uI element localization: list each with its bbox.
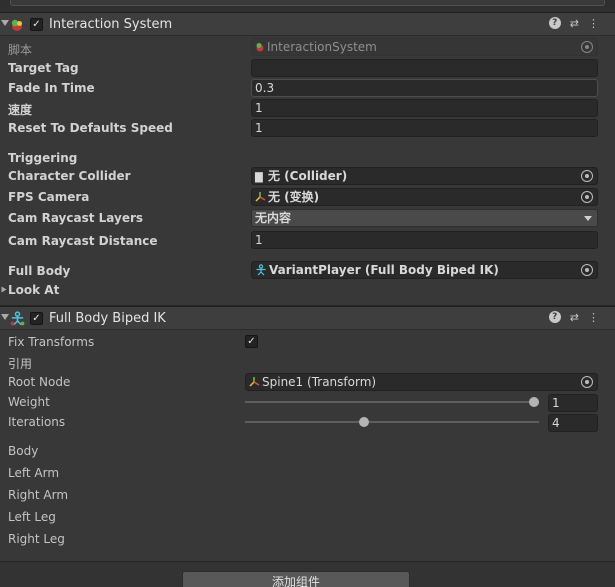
cam-raycast-layers-dropdown[interactable]: 无内容 (251, 209, 598, 227)
look-at-fold-icon[interactable] (1, 286, 7, 293)
fps-camera-target-icon[interactable] (581, 191, 593, 203)
transform-icon (255, 192, 266, 202)
iterations-label: Iterations (8, 415, 66, 429)
script-file-icon (256, 43, 264, 52)
interaction-system-title: Interaction System (49, 17, 173, 32)
character-collider-field[interactable]: ▇ 无 (Collider) (251, 167, 598, 185)
cam-raycast-distance-input[interactable]: 1 (251, 231, 598, 249)
weight-slider-track[interactable] (245, 401, 539, 403)
chevron-down-icon (584, 216, 592, 221)
fix-transforms-checkbox[interactable]: ✓ (245, 335, 258, 348)
full-body-label: Full Body (8, 264, 71, 278)
more-menu-icon[interactable]: ⋮ (588, 311, 599, 324)
speed-label: 速度 (8, 103, 33, 117)
interaction-system-header[interactable]: ✓ Interaction System ? ⇄ ⋮ (0, 12, 615, 36)
cam-raycast-distance-label: Cam Raycast Distance (8, 234, 158, 248)
fps-camera-label: FPS Camera (8, 190, 90, 204)
footer-divider (0, 561, 615, 562)
fade-in-time-label: Fade In Time (8, 81, 95, 95)
reset-to-defaults-speed-label: Reset To Defaults Speed (8, 121, 173, 135)
script-field[interactable]: InteractionSystem (251, 38, 598, 56)
speed-input[interactable]: 1 (251, 99, 598, 117)
triggering-header: Triggering (8, 151, 78, 165)
fold-arrow-icon[interactable] (1, 314, 9, 320)
full-body-value: VariantPlayer (Full Body Biped IK) (269, 263, 499, 277)
weight-label: Weight (8, 395, 50, 409)
full-body-field[interactable]: VariantPlayer (Full Body Biped IK) (251, 261, 598, 279)
full-body-biped-ik-title: Full Body Biped IK (49, 311, 166, 326)
fold-arrow-icon[interactable] (1, 20, 9, 26)
cam-raycast-layers-label: Cam Raycast Layers (8, 211, 144, 225)
section-left-arm[interactable]: Left Arm (8, 466, 59, 480)
target-tag-label: Target Tag (8, 61, 79, 75)
component-script-icon (11, 19, 22, 31)
root-node-target-icon[interactable] (581, 376, 593, 388)
biped-ik-icon (256, 264, 266, 276)
root-node-label: Root Node (8, 375, 71, 389)
previous-component-edge (0, 0, 615, 12)
iterations-slider-track[interactable] (245, 421, 539, 423)
character-collider-label: Character Collider (8, 169, 131, 183)
script-value: InteractionSystem (267, 40, 377, 54)
document-icon: ▇ (255, 172, 263, 183)
script-target-icon[interactable] (581, 41, 593, 53)
character-collider-target-icon[interactable] (581, 170, 593, 182)
iterations-input[interactable]: 4 (548, 414, 598, 432)
script-label: 脚本 (8, 43, 33, 57)
look-at-label[interactable]: Look At (8, 283, 59, 297)
fps-camera-value: 无 (变换) (268, 190, 320, 204)
weight-slider-thumb[interactable] (529, 397, 539, 407)
section-right-leg[interactable]: Right Leg (8, 532, 65, 546)
cam-raycast-layers-value: 无内容 (255, 211, 292, 225)
fix-transforms-label: Fix Transforms (8, 335, 95, 349)
references-label: 引用 (8, 357, 33, 371)
root-node-field[interactable]: Spine1 (Transform) (245, 373, 598, 391)
fade-in-time-input[interactable]: 0.3 (251, 79, 598, 97)
character-collider-value: 无 (Collider) (268, 169, 348, 183)
more-menu-icon[interactable]: ⋮ (588, 17, 599, 30)
full-body-biped-ik-header[interactable]: ✓ Full Body Biped IK ? ⇄ ⋮ (0, 306, 615, 330)
reset-to-defaults-speed-input[interactable]: 1 (251, 119, 598, 137)
interaction-system-enabled-checkbox[interactable]: ✓ (30, 18, 43, 31)
root-node-value: Spine1 (Transform) (262, 375, 377, 389)
full-body-target-icon[interactable] (581, 264, 593, 276)
weight-input[interactable]: 1 (548, 394, 598, 412)
section-body[interactable]: Body (8, 444, 38, 458)
help-icon[interactable]: ? (548, 311, 561, 323)
biped-ik-component-icon (10, 311, 25, 326)
fps-camera-field[interactable]: 无 (变换) (251, 188, 598, 206)
section-left-leg[interactable]: Left Leg (8, 510, 56, 524)
target-tag-input[interactable] (251, 59, 598, 77)
help-icon[interactable]: ? (548, 17, 561, 29)
iterations-slider-thumb[interactable] (358, 417, 369, 427)
presets-icon[interactable]: ⇄ (570, 311, 579, 324)
presets-icon[interactable]: ⇄ (570, 17, 579, 30)
section-right-arm[interactable]: Right Arm (8, 488, 68, 502)
full-body-biped-ik-enabled-checkbox[interactable]: ✓ (30, 312, 43, 325)
add-component-button[interactable]: 添加组件 (182, 571, 410, 587)
transform-icon (249, 377, 260, 387)
